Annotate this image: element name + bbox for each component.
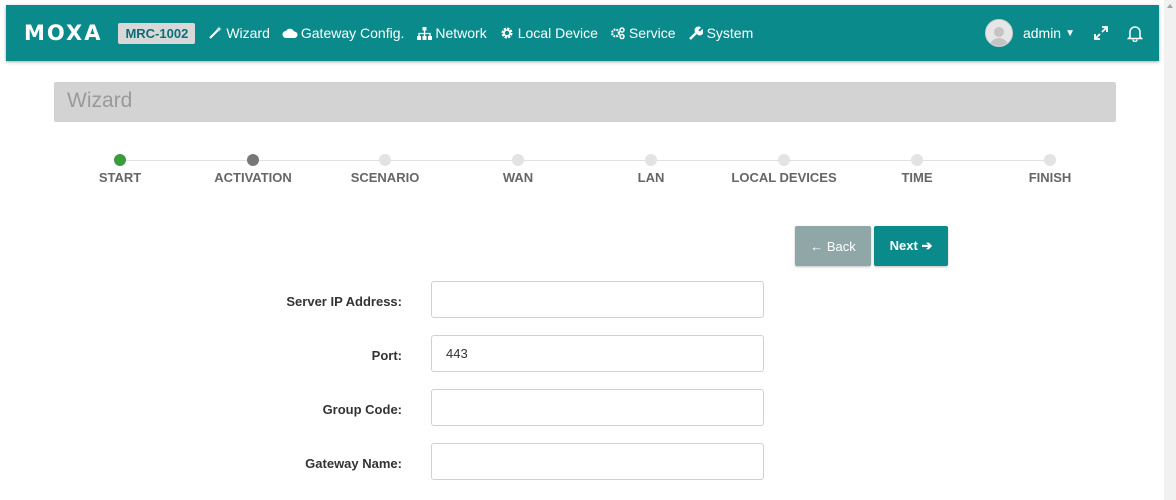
gears-icon bbox=[610, 25, 626, 41]
server-ip-label: Server IP Address: bbox=[286, 294, 402, 309]
next-button[interactable]: Next ➔ bbox=[874, 226, 948, 266]
step-label: LOCAL DEVICES bbox=[731, 170, 837, 185]
step-label: SCENARIO bbox=[350, 170, 420, 185]
nav-local-device-label: Local Device bbox=[517, 25, 598, 41]
step-activation: ACTIVATION bbox=[183, 154, 323, 185]
step-finish: FINISH bbox=[980, 154, 1120, 185]
gateway-name-label: Gateway Name: bbox=[305, 456, 402, 471]
expand-icon[interactable] bbox=[1093, 25, 1109, 41]
header-right: admin ▼ bbox=[984, 5, 1159, 61]
step-start: START bbox=[50, 154, 190, 185]
step-label: TIME bbox=[901, 170, 933, 185]
wizard-stepper: START ACTIVATION SCENARIO WAN LAN LOCAL … bbox=[0, 148, 1176, 198]
step-dot bbox=[911, 154, 923, 166]
model-badge: MRC-1002 bbox=[118, 22, 196, 44]
nav-gateway-config[interactable]: Gateway Config. bbox=[282, 25, 405, 41]
step-lan: LAN bbox=[581, 154, 721, 185]
page-scrollbar[interactable] bbox=[1164, 0, 1176, 500]
page-title-bar: Wizard bbox=[54, 82, 1116, 122]
step-scenario: SCENARIO bbox=[315, 154, 455, 185]
step-label: WAN bbox=[502, 170, 534, 185]
moxa-logo[interactable]: MOXA bbox=[24, 21, 102, 45]
group-code-label: Group Code: bbox=[322, 402, 402, 417]
gear-icon bbox=[499, 25, 515, 41]
step-dot bbox=[778, 154, 790, 166]
nav-system-label: System bbox=[706, 25, 754, 41]
wrench-icon bbox=[688, 25, 704, 41]
user-name: admin bbox=[1022, 25, 1062, 41]
sitemap-icon bbox=[416, 25, 432, 41]
group-code-input[interactable] bbox=[431, 389, 764, 426]
step-dot bbox=[512, 154, 524, 166]
page-title: Wizard bbox=[67, 89, 133, 112]
step-label: LAN bbox=[637, 170, 665, 185]
step-label: ACTIVATION bbox=[214, 170, 292, 185]
step-dot bbox=[645, 154, 657, 166]
step-dot bbox=[379, 154, 391, 166]
nav-gateway-config-label: Gateway Config. bbox=[300, 25, 405, 41]
caret-down-icon: ▼ bbox=[1065, 27, 1075, 39]
top-navbar: MOXA MRC-1002 Wizard Gateway Config. Net… bbox=[6, 5, 1159, 61]
step-label: START bbox=[98, 170, 142, 185]
port-input[interactable] bbox=[431, 335, 764, 372]
magic-wand-icon bbox=[207, 25, 223, 41]
step-dot bbox=[247, 154, 259, 166]
step-local-devices: LOCAL DEVICES bbox=[714, 154, 854, 185]
back-button[interactable]: ← Back bbox=[795, 226, 871, 266]
server-ip-input[interactable] bbox=[431, 281, 764, 318]
scroll-up-icon[interactable] bbox=[1166, 2, 1174, 10]
step-wan: WAN bbox=[448, 154, 588, 185]
port-label: Port: bbox=[371, 348, 402, 363]
bell-icon[interactable] bbox=[1127, 24, 1143, 42]
step-label: FINISH bbox=[1028, 170, 1072, 185]
nav-network-label: Network bbox=[435, 25, 487, 41]
step-dot bbox=[1044, 154, 1056, 166]
nav-wizard-label: Wizard bbox=[226, 25, 270, 41]
nav-network[interactable]: Network bbox=[416, 25, 487, 41]
gateway-name-input[interactable] bbox=[431, 443, 764, 480]
nav-local-device[interactable]: Local Device bbox=[499, 25, 598, 41]
nav-service-label: Service bbox=[628, 25, 676, 41]
step-time: TIME bbox=[847, 154, 987, 185]
avatar[interactable] bbox=[984, 19, 1013, 47]
cloud-icon bbox=[282, 25, 298, 41]
nav-service[interactable]: Service bbox=[610, 25, 676, 41]
user-menu[interactable]: admin ▼ bbox=[1023, 25, 1075, 41]
step-dot bbox=[114, 154, 126, 166]
nav-system[interactable]: System bbox=[688, 25, 754, 41]
nav-wizard[interactable]: Wizard bbox=[207, 25, 270, 41]
